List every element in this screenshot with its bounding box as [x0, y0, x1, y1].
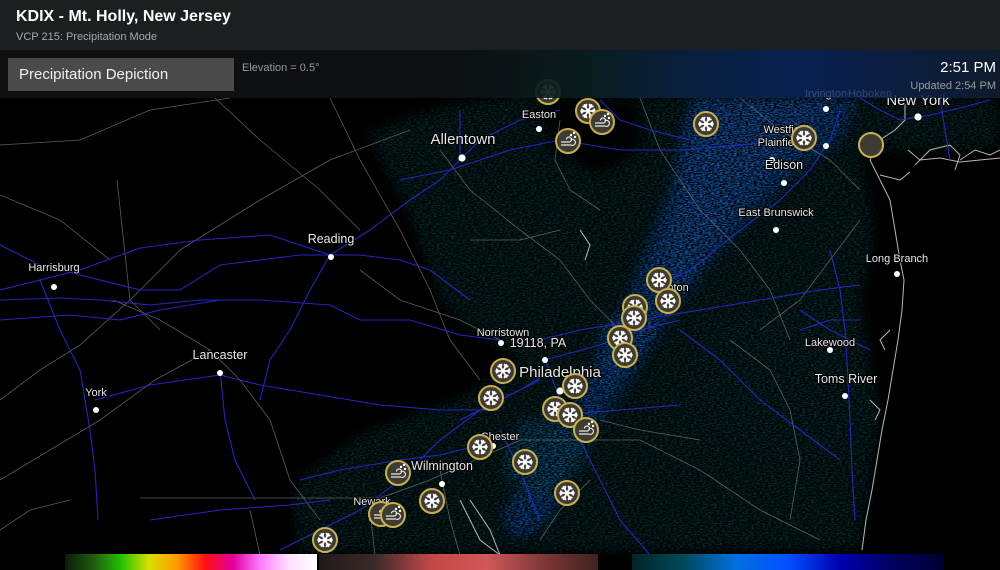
city-label: Lancaster	[193, 348, 248, 362]
city-dot	[894, 271, 900, 277]
snow-marker[interactable]	[562, 373, 588, 399]
elevation-label: Elevation = 0.5°	[242, 62, 320, 74]
marker-badge	[385, 460, 411, 486]
marker-badge	[573, 417, 599, 443]
snow-dot	[572, 131, 576, 135]
blowing-snow-marker[interactable]	[380, 502, 406, 528]
snow-dot	[398, 509, 402, 513]
city-dot	[536, 126, 542, 132]
blowing-snow-marker[interactable]	[385, 460, 411, 486]
city-label: 19118, PA	[510, 336, 567, 350]
updated-time: Updated 2:54 PM	[910, 80, 996, 92]
title-bar: KDIX - Mt. Holly, New Jersey VCP 215: Pr…	[0, 0, 1000, 50]
city-dot	[51, 284, 57, 290]
snow-marker[interactable]	[419, 488, 445, 514]
city-label: Edison	[765, 158, 803, 172]
city-dot	[827, 347, 833, 353]
snow-marker[interactable]	[467, 434, 493, 460]
city-dot	[842, 393, 848, 399]
city-dot	[914, 113, 922, 121]
city-dot	[823, 106, 829, 112]
marker-badge	[555, 128, 581, 154]
snow-dot	[403, 467, 407, 471]
snow-dot	[573, 135, 577, 139]
legend-snow	[632, 554, 944, 570]
snow-marker[interactable]	[693, 111, 719, 137]
city-label: Long Branch	[866, 253, 928, 265]
marker-badge	[589, 109, 615, 135]
snow-dot	[606, 112, 610, 116]
snow-dot	[590, 420, 594, 424]
empty-marker[interactable]	[858, 132, 884, 158]
scan-time: 2:51 PM	[940, 59, 996, 76]
snow-marker[interactable]	[554, 480, 580, 506]
vcp-mode: VCP 215: Precipitation Mode	[16, 31, 158, 43]
city-dot	[498, 340, 504, 346]
city-label: Reading	[308, 232, 355, 246]
city-label: Easton	[522, 109, 556, 121]
station-title: KDIX - Mt. Holly, New Jersey	[16, 8, 231, 25]
city-dot	[458, 154, 466, 162]
snow-dot	[603, 114, 607, 118]
city-label: York	[85, 387, 107, 399]
city-dot	[439, 481, 445, 487]
snow-dot	[402, 463, 406, 467]
legend-rain	[65, 554, 317, 570]
city-label: East Brunswick	[738, 207, 814, 219]
city-dot	[823, 143, 829, 149]
marker-badge	[380, 502, 406, 528]
city-label: Harrisburg	[28, 262, 79, 274]
city-dot	[542, 357, 548, 363]
marker-badge	[858, 132, 884, 158]
product-toolbar: Precipitation Depiction Elevation = 0.5°…	[0, 50, 1000, 98]
city-label: Wilmington	[411, 459, 473, 473]
snow-marker[interactable]	[791, 125, 817, 151]
city-label: Allentown	[430, 131, 495, 148]
blowing-snow-marker[interactable]	[555, 128, 581, 154]
product-selector-button[interactable]: Precipitation Depiction	[8, 58, 234, 91]
blowing-snow-marker[interactable]	[589, 109, 615, 135]
legend-mix	[319, 554, 598, 570]
snow-marker[interactable]	[478, 385, 504, 411]
snow-dot	[397, 505, 401, 509]
city-dot	[217, 370, 223, 376]
snow-dot	[587, 422, 591, 426]
snow-marker[interactable]	[655, 288, 681, 314]
snow-dot	[394, 507, 398, 511]
snow-marker[interactable]	[490, 358, 516, 384]
snow-dot	[607, 116, 611, 120]
city-dot	[328, 254, 334, 260]
city-label: Philadelphia	[519, 364, 601, 381]
snow-dot	[591, 424, 595, 428]
city-dot	[93, 407, 99, 413]
snow-marker[interactable]	[312, 527, 338, 553]
city-dot	[773, 227, 779, 233]
snow-dot	[569, 133, 573, 137]
city-dot	[781, 180, 787, 186]
snow-marker[interactable]	[512, 449, 538, 475]
snow-marker[interactable]	[612, 342, 638, 368]
blowing-snow-marker[interactable]	[573, 417, 599, 443]
city-label: Toms River	[815, 372, 878, 386]
snow-dot	[399, 465, 403, 469]
